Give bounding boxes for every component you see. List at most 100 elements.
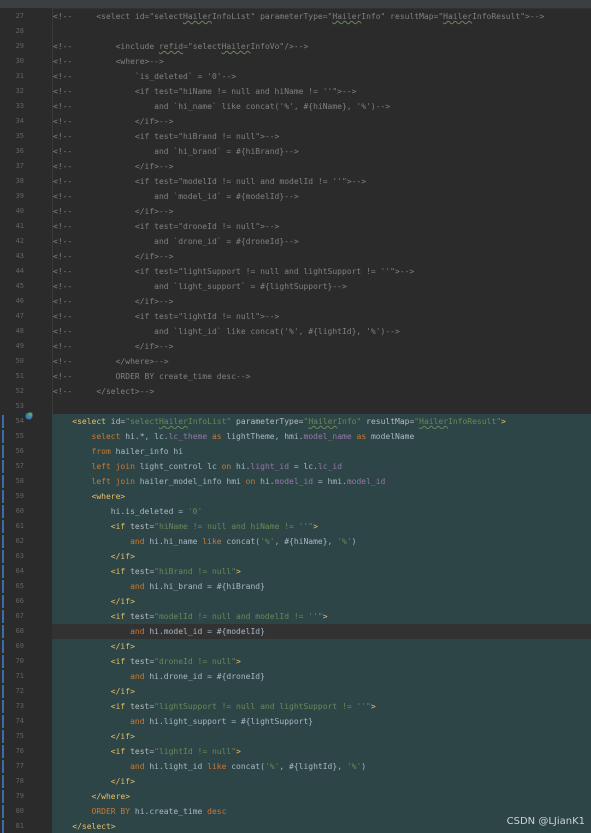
code-text[interactable]: </if>	[53, 594, 135, 609]
code-line[interactable]: 36 <!-- and `hi_brand` = #{hiBrand}-->	[0, 144, 591, 159]
code-text[interactable]: <!-- and `drone_id` = #{droneId}-->	[53, 234, 299, 249]
code-line[interactable]: 49 <!-- </if>-->	[0, 339, 591, 354]
code-text[interactable]: <!-- <if test="modelId != null and model…	[53, 174, 366, 189]
code-text[interactable]: and hi.light_support = #{lightSupport}	[53, 714, 313, 729]
code-text[interactable]: and hi.drone_id = #{droneId}	[53, 669, 265, 684]
code-text[interactable]: <!-- </if>-->	[53, 204, 173, 219]
code-line[interactable]: 59 <where>	[0, 489, 591, 504]
vcs-change-marker[interactable]	[2, 415, 4, 428]
code-line[interactable]: 52 <!-- </select>-->	[0, 384, 591, 399]
code-line[interactable]: 73 <if test="lightSupport != null and li…	[0, 699, 591, 714]
code-line[interactable]: 80 ORDER BY hi.create_time desc	[0, 804, 591, 819]
vcs-change-marker[interactable]	[2, 505, 4, 518]
mapper-navigation-icon[interactable]	[24, 411, 34, 421]
code-text[interactable]: from hailer_info hi	[53, 444, 184, 459]
code-text[interactable]: hi.is_deleted = '0'	[53, 504, 203, 519]
code-area[interactable]: 27 <!-- <select id="selectHailerInfoList"…	[0, 8, 591, 833]
code-text[interactable]: <if test="hiBrand != null">	[53, 564, 241, 579]
code-line[interactable]: 64 <if test="hiBrand != null">	[0, 564, 591, 579]
code-text[interactable]: <!-- and `light_support` = #{lightSuppor…	[53, 279, 347, 294]
code-line[interactable]: 27 <!-- <select id="selectHailerInfoList"…	[0, 9, 591, 24]
code-line[interactable]: 48 <!-- and `light_id` like concat('%', #…	[0, 324, 591, 339]
vcs-change-marker[interactable]	[2, 550, 4, 563]
code-text[interactable]: <!-- and `light_id` like concat('%', #{l…	[53, 324, 400, 339]
code-line[interactable]: 79 </where>	[0, 789, 591, 804]
code-line[interactable]: 77 and hi.light_id like concat('%', #{li…	[0, 759, 591, 774]
vcs-change-marker[interactable]	[2, 535, 4, 548]
code-line[interactable]: 61 <if test="hiName != null and hiName !…	[0, 519, 591, 534]
code-line[interactable]: 34 <!-- </if>-->	[0, 114, 591, 129]
vcs-change-marker[interactable]	[2, 730, 4, 743]
code-text[interactable]: <if test="lightId != null">	[53, 744, 241, 759]
code-line[interactable]: 38 <!-- <if test="modelId != null and mod…	[0, 174, 591, 189]
code-line[interactable]: 33 <!-- and `hi_name` like concat('%', #{…	[0, 99, 591, 114]
code-line[interactable]: 76 <if test="lightId != null">	[0, 744, 591, 759]
code-line[interactable]: 40 <!-- </if>-->	[0, 204, 591, 219]
code-text[interactable]: <!-- <if test="hiName != null and hiName…	[53, 84, 356, 99]
code-text[interactable]: ORDER BY hi.create_time desc	[53, 804, 227, 819]
code-text[interactable]: <!-- <if test="lightSupport != null and …	[53, 264, 414, 279]
code-line[interactable]: 81 </select>	[0, 819, 591, 833]
code-line[interactable]: 51 <!-- ORDER BY create_time desc-->	[0, 369, 591, 384]
code-text[interactable]: <!-- <if test="droneId != null">-->	[53, 219, 279, 234]
code-text[interactable]: <!-- ORDER BY create_time desc-->	[53, 369, 250, 384]
code-text[interactable]: <!-- <where>-->	[53, 54, 164, 69]
code-line[interactable]: 37 <!-- </if>-->	[0, 159, 591, 174]
code-line[interactable]: 74 and hi.light_support = #{lightSupport…	[0, 714, 591, 729]
code-text[interactable]: </select>	[53, 819, 115, 833]
code-line[interactable]: 65 and hi.hi_brand = #{hiBrand}	[0, 579, 591, 594]
vcs-change-marker[interactable]	[2, 595, 4, 608]
vcs-change-marker[interactable]	[2, 715, 4, 728]
code-line[interactable]: 66 </if>	[0, 594, 591, 609]
vcs-change-marker[interactable]	[2, 670, 4, 683]
code-text[interactable]: <!-- </if>-->	[53, 114, 173, 129]
code-text[interactable]: and hi.hi_brand = #{hiBrand}	[53, 579, 265, 594]
code-text[interactable]: <if test="lightSupport != null and light…	[53, 699, 376, 714]
code-text[interactable]: <!-- and `hi_brand` = #{hiBrand}-->	[53, 144, 299, 159]
code-line[interactable]: 78 </if>	[0, 774, 591, 789]
vcs-change-marker[interactable]	[2, 790, 4, 803]
code-line[interactable]: 67 <if test="modelId != null and modelId…	[0, 609, 591, 624]
vcs-change-marker[interactable]	[2, 775, 4, 788]
vcs-change-marker[interactable]	[2, 430, 4, 443]
vcs-change-marker[interactable]	[2, 805, 4, 818]
code-text[interactable]: </if>	[53, 684, 135, 699]
code-line[interactable]: 45 <!-- and `light_support` = #{lightSupp…	[0, 279, 591, 294]
vcs-change-marker[interactable]	[2, 655, 4, 668]
code-text[interactable]: <if test="modelId != null and modelId !=…	[53, 609, 328, 624]
code-text[interactable]: </if>	[53, 774, 135, 789]
code-editor[interactable]: 27 <!-- <select id="selectHailerInfoList"…	[0, 0, 591, 833]
code-line[interactable]: 55 select hi.*, lc.lc_theme as lightThem…	[0, 429, 591, 444]
code-line[interactable]: 69 </if>	[0, 639, 591, 654]
code-line[interactable]: 50 <!-- </where>-->	[0, 354, 591, 369]
code-line[interactable]: 35 <!-- <if test="hiBrand != null">-->	[0, 129, 591, 144]
code-text[interactable]: left join hailer_model_info hmi on hi.mo…	[53, 474, 386, 489]
code-line[interactable]: 54 <select id="selectHailerInfoList" par…	[0, 414, 591, 429]
code-text[interactable]: select hi.*, lc.lc_theme as lightTheme, …	[53, 429, 415, 444]
code-text[interactable]: <select id="selectHailerInfoList" parame…	[53, 414, 506, 429]
code-text[interactable]: <!-- <include refid="selectHailerInfoVo"…	[53, 39, 308, 54]
code-line[interactable]: 28	[0, 24, 591, 39]
vcs-change-marker[interactable]	[2, 685, 4, 698]
code-text[interactable]: and hi.model_id = #{modelId}	[53, 624, 265, 639]
code-line[interactable]: 41 <!-- <if test="droneId != null">-->	[0, 219, 591, 234]
vcs-change-marker[interactable]	[2, 580, 4, 593]
code-line[interactable]: 31 <!-- `is_deleted` = '0'-->	[0, 69, 591, 84]
code-text[interactable]: <!-- <if test="hiBrand != null">-->	[53, 129, 279, 144]
vcs-change-marker[interactable]	[2, 610, 4, 623]
code-line[interactable]: 72 </if>	[0, 684, 591, 699]
code-text[interactable]: <!-- </if>-->	[53, 294, 173, 309]
code-line[interactable]: 58 left join hailer_model_info hmi on hi…	[0, 474, 591, 489]
code-line[interactable]: 75 </if>	[0, 729, 591, 744]
code-text[interactable]: <!-- `is_deleted` = '0'-->	[53, 69, 236, 84]
vcs-change-marker[interactable]	[2, 445, 4, 458]
code-text[interactable]: <!-- and `hi_name` like concat('%', #{hi…	[53, 99, 390, 114]
code-line[interactable]: 68 and hi.model_id = #{modelId}	[0, 624, 591, 639]
code-text[interactable]: </if>	[53, 549, 135, 564]
vcs-change-marker[interactable]	[2, 490, 4, 503]
vcs-change-marker[interactable]	[2, 625, 4, 638]
code-text[interactable]: <if test="droneId != null">	[53, 654, 241, 669]
vcs-change-marker[interactable]	[2, 520, 4, 533]
code-line[interactable]: 62 and hi.hi_name like concat('%', #{hiN…	[0, 534, 591, 549]
code-text[interactable]: and hi.light_id like concat('%', #{light…	[53, 759, 366, 774]
